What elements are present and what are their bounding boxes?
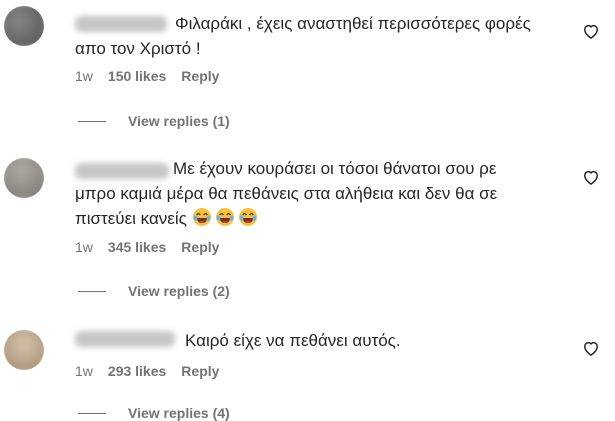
view-replies-button[interactable]: View replies (2) [128, 283, 230, 299]
reply-button[interactable]: Reply [181, 239, 219, 255]
reply-button[interactable]: Reply [181, 363, 219, 379]
comment-time: 1w [75, 239, 93, 255]
heart-outline-icon[interactable] [581, 21, 601, 41]
view-replies-row: View replies (2) [78, 283, 230, 299]
comment-text: Με έχουν κουράσει οι τόσοι θάνατοι σου ρ… [75, 156, 545, 231]
view-replies-row: View replies (4) [78, 405, 230, 421]
avatar-image-blurred [4, 6, 44, 46]
comment-text-line: απο τον Χριστό ! [75, 39, 201, 58]
heart-outline-icon[interactable] [581, 338, 601, 358]
avatar[interactable] [4, 330, 44, 370]
avatar-image-blurred [4, 158, 44, 198]
view-replies-button[interactable]: View replies (1) [128, 113, 230, 129]
comment-text: Φιλαράκι , έχεις αναστηθεί περισσότερες … [75, 11, 545, 61]
comment-text: Καιρό είχε να πεθάνει αυτός. [75, 328, 545, 353]
avatar[interactable] [4, 6, 44, 46]
avatar-image-blurred [4, 330, 44, 370]
laughing-crying-emoji-icon [192, 208, 211, 226]
laughing-crying-emoji-icon [238, 208, 257, 226]
view-replies-row: View replies (1) [78, 113, 230, 129]
comment-text-line: πιστεύει κανείς [75, 209, 187, 228]
comment-meta: 1w 345 likes Reply [75, 239, 219, 255]
replies-divider [78, 290, 106, 292]
avatar[interactable] [4, 158, 44, 198]
like-count[interactable]: 293 likes [108, 363, 166, 379]
comment-meta: 1w 150 likes Reply [75, 68, 219, 84]
comment-text-line: Φιλαράκι , έχεις αναστηθεί περισσότερες … [175, 14, 531, 33]
like-count[interactable]: 150 likes [108, 68, 166, 84]
comment-text-line: μπρο καμιά μέρα θα πεθάνεις στα αλήθεια … [75, 184, 498, 203]
like-count[interactable]: 345 likes [108, 239, 166, 255]
comment-text-line: Με έχουν κουράσει οι τόσοι θάνατοι σου ρ… [173, 159, 497, 178]
replies-divider [78, 120, 106, 122]
reply-button[interactable]: Reply [181, 68, 219, 84]
comment-time: 1w [75, 363, 93, 379]
laughing-crying-emoji-icon [215, 208, 234, 226]
comment-meta: 1w 293 likes Reply [75, 363, 219, 379]
view-replies-button[interactable]: View replies (4) [128, 405, 230, 421]
heart-outline-icon[interactable] [581, 167, 601, 187]
comment-text-line: Καιρό είχε να πεθάνει αυτός. [185, 331, 401, 350]
comment-time: 1w [75, 68, 93, 84]
replies-divider [78, 412, 106, 414]
